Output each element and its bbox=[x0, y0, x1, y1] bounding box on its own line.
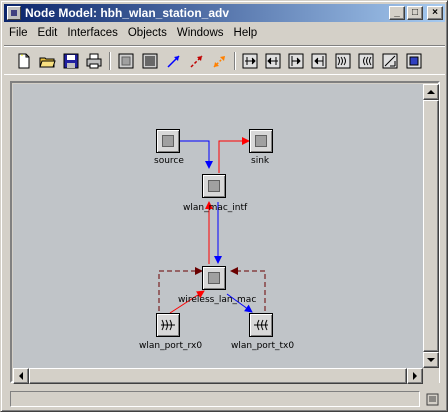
scroll-left-button[interactable] bbox=[13, 368, 29, 384]
node-label-wlan-mac-intf: wlan_mac_intf bbox=[183, 203, 248, 213]
arrow-left-icon bbox=[19, 372, 23, 380]
radio-tx-icon bbox=[254, 319, 268, 331]
open-folder-icon[interactable] bbox=[38, 51, 58, 71]
close-button[interactable]: × bbox=[427, 6, 443, 20]
node-wlan-mac-intf[interactable] bbox=[202, 174, 226, 198]
connection-layer bbox=[158, 137, 266, 314]
node-label-wlan-port-rx0: wlan_port_rx0 bbox=[139, 341, 203, 351]
toolbar-separator bbox=[234, 52, 236, 70]
vertical-scroll-thumb[interactable] bbox=[423, 100, 439, 352]
scroll-down-button[interactable] bbox=[423, 352, 439, 368]
node-wlan-port-tx0[interactable] bbox=[249, 313, 273, 337]
antenna-icon[interactable] bbox=[380, 51, 400, 71]
processor-icon bbox=[208, 272, 220, 284]
radio-rx-icon bbox=[161, 319, 175, 331]
queue-icon[interactable] bbox=[140, 51, 160, 71]
packet-stream-icon[interactable] bbox=[164, 51, 184, 71]
status-message-field bbox=[10, 391, 420, 407]
minimize-button[interactable]: _ bbox=[389, 6, 405, 20]
menu-bar: File Edit Interfaces Objects Windows Hel… bbox=[4, 24, 262, 42]
node-label-wlan-port-tx0: wlan_port_tx0 bbox=[231, 341, 295, 351]
menu-interfaces[interactable]: Interfaces bbox=[62, 27, 123, 39]
point-to-point-rx-icon[interactable] bbox=[240, 51, 260, 71]
processor-icon[interactable] bbox=[116, 51, 136, 71]
processor-icon bbox=[208, 180, 220, 192]
statistic-wire-icon[interactable] bbox=[187, 51, 207, 71]
new-document-icon[interactable] bbox=[14, 51, 34, 71]
statwire-rx-to-mac bbox=[158, 267, 203, 311]
stream-source-to-intf bbox=[180, 140, 213, 169]
horizontal-scroll-thumb[interactable] bbox=[29, 368, 407, 384]
bus-rx-icon[interactable] bbox=[286, 51, 306, 71]
node-source[interactable] bbox=[156, 129, 180, 153]
node-label-source: source bbox=[154, 156, 184, 166]
external-system-icon[interactable] bbox=[404, 51, 424, 71]
window-title: Node Model: hbh_wlan_station_adv bbox=[25, 6, 230, 20]
horizontal-scrollbar[interactable] bbox=[13, 368, 423, 384]
scroll-up-button[interactable] bbox=[423, 84, 439, 100]
toolbar bbox=[4, 45, 445, 75]
app-icon[interactable] bbox=[7, 6, 21, 20]
arrow-down-icon bbox=[427, 358, 435, 362]
scroll-corner bbox=[423, 368, 439, 384]
node-label-wireless-lan-mac: wireless_lan_mac bbox=[178, 295, 257, 305]
status-bar bbox=[4, 389, 445, 409]
statwire-tx-to-mac bbox=[230, 267, 266, 311]
stream-intf-to-sink bbox=[218, 137, 250, 173]
node-wlan-port-rx0[interactable] bbox=[156, 313, 180, 337]
bus-tx-icon[interactable] bbox=[309, 51, 329, 71]
minimize-icon: _ bbox=[394, 7, 400, 18]
menu-help[interactable]: Help bbox=[229, 27, 263, 39]
radio-rx-icon[interactable] bbox=[333, 51, 353, 71]
association-icon[interactable] bbox=[210, 51, 230, 71]
node-wireless-lan-mac[interactable] bbox=[202, 266, 226, 290]
maximize-icon: □ bbox=[411, 7, 419, 18]
node-label-sink: sink bbox=[251, 156, 270, 166]
arrow-right-icon bbox=[413, 372, 417, 380]
arrow-up-icon bbox=[427, 90, 435, 94]
menu-edit[interactable]: Edit bbox=[33, 27, 63, 39]
save-icon[interactable] bbox=[61, 51, 81, 71]
title-bar[interactable]: Node Model: hbh_wlan_station_adv _ □ × bbox=[4, 4, 445, 22]
node-model-window: Node Model: hbh_wlan_station_adv _ □ × F… bbox=[0, 0, 448, 412]
menu-objects[interactable]: Objects bbox=[123, 27, 172, 39]
scroll-right-button[interactable] bbox=[407, 368, 423, 384]
vertical-scrollbar[interactable] bbox=[423, 84, 439, 368]
print-icon[interactable] bbox=[84, 51, 104, 71]
menu-file[interactable]: File bbox=[4, 27, 33, 39]
node-editor-canvas[interactable]: source sink wlan_mac_intf wireless_lan_m… bbox=[13, 84, 423, 368]
radio-tx-icon[interactable] bbox=[356, 51, 376, 71]
point-to-point-tx-icon[interactable] bbox=[263, 51, 283, 71]
node-sink[interactable] bbox=[249, 129, 273, 153]
status-icon[interactable] bbox=[425, 391, 441, 407]
menu-windows[interactable]: Windows bbox=[172, 27, 229, 39]
processor-icon bbox=[162, 135, 174, 147]
toolbar-separator bbox=[109, 52, 111, 70]
processor-icon bbox=[255, 135, 267, 147]
close-icon: × bbox=[432, 7, 438, 18]
maximize-button[interactable]: □ bbox=[407, 6, 423, 20]
